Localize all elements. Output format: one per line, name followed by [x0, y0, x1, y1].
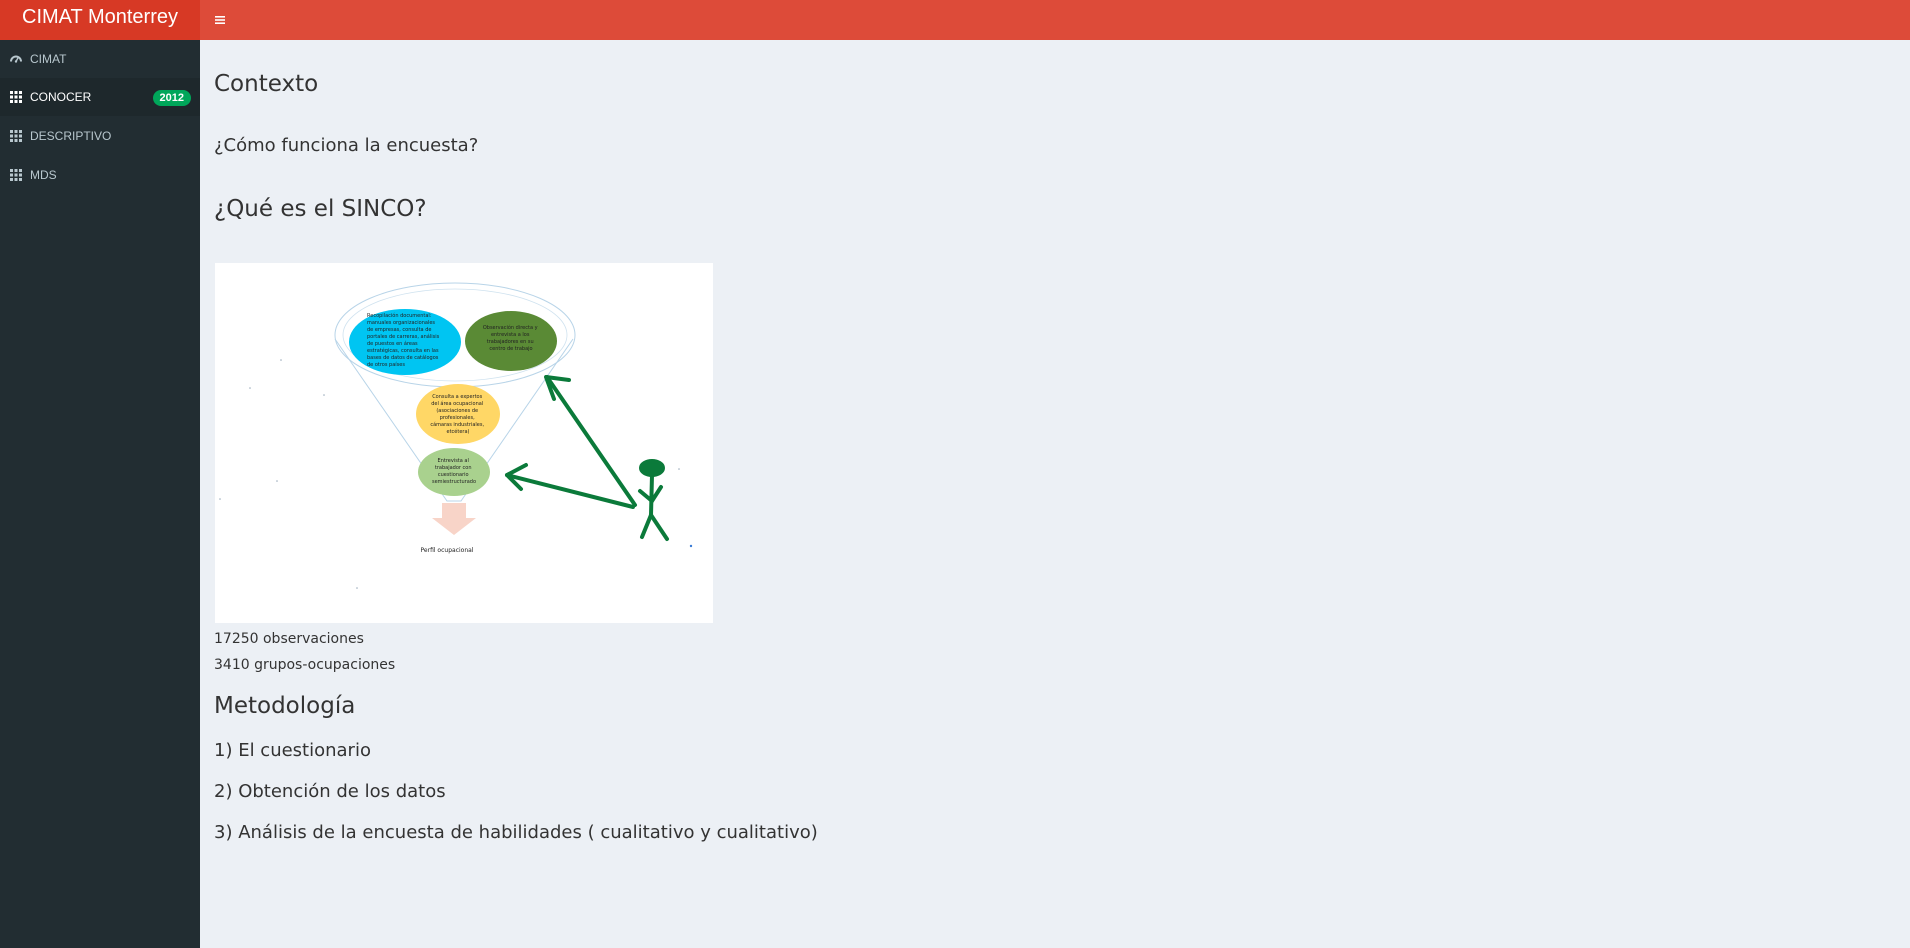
- sidebar-item-mds[interactable]: MDS: [0, 156, 200, 194]
- survey-question: ¿Cómo funciona la encuesta?: [214, 135, 479, 156]
- grid-icon: [10, 169, 22, 181]
- section-title-context: Contexto: [214, 71, 319, 97]
- grid-icon: [10, 130, 22, 142]
- sidebar-toggle-button[interactable]: [208, 8, 232, 32]
- sidebar-item-descriptivo[interactable]: DESCRIPTIVO: [0, 117, 200, 155]
- sidebar: CIMAT CONOCER 2012 DESCRIPTIVO MDS: [0, 40, 200, 948]
- observations-count: 17250 observaciones: [214, 631, 364, 647]
- dashboard-icon: [10, 55, 22, 63]
- methodology-step: 1) El cuestionario: [214, 740, 371, 761]
- sinco-question: ¿Qué es el SINCO?: [214, 196, 427, 222]
- sidebar-item-cimat[interactable]: CIMAT: [0, 40, 200, 78]
- down-arrow-icon: [432, 503, 476, 535]
- bubble-entrevista-text: Entrevista al trabajador con cuestionari…: [432, 458, 476, 485]
- sidebar-item-label: DESCRIPTIVO: [30, 129, 112, 143]
- groups-count: 3410 grupos-ocupaciones: [214, 657, 396, 673]
- methodology-title: Metodología: [214, 693, 356, 719]
- methodology-step: 2) Obtención de los datos: [214, 781, 446, 802]
- app-logo[interactable]: CIMAT Monterrey: [0, 0, 200, 40]
- sidebar-item-conocer[interactable]: CONOCER 2012: [0, 78, 200, 116]
- hamburger-icon: [215, 16, 225, 24]
- result-label: Perfil ocupacional: [421, 547, 474, 554]
- sidebar-item-label: CONOCER: [30, 90, 92, 104]
- person-icon: [638, 459, 669, 541]
- methodology-step: 3) Análisis de la encuesta de habilidade…: [214, 822, 818, 843]
- bubble-expertos: [416, 384, 500, 444]
- sidebar-item-label: CIMAT: [30, 52, 67, 66]
- hand-drawn-arrows: [505, 375, 637, 509]
- count-badge: 2012: [152, 90, 191, 106]
- grid-icon: [10, 91, 22, 103]
- sinco-diagram-image: Recopilación documental: manuales organi…: [215, 263, 713, 623]
- sidebar-item-label: MDS: [30, 168, 57, 182]
- top-navbar: CIMAT Monterrey: [0, 0, 1910, 40]
- main-content: Contexto ¿Cómo funciona la encuesta? ¿Qu…: [200, 40, 1910, 948]
